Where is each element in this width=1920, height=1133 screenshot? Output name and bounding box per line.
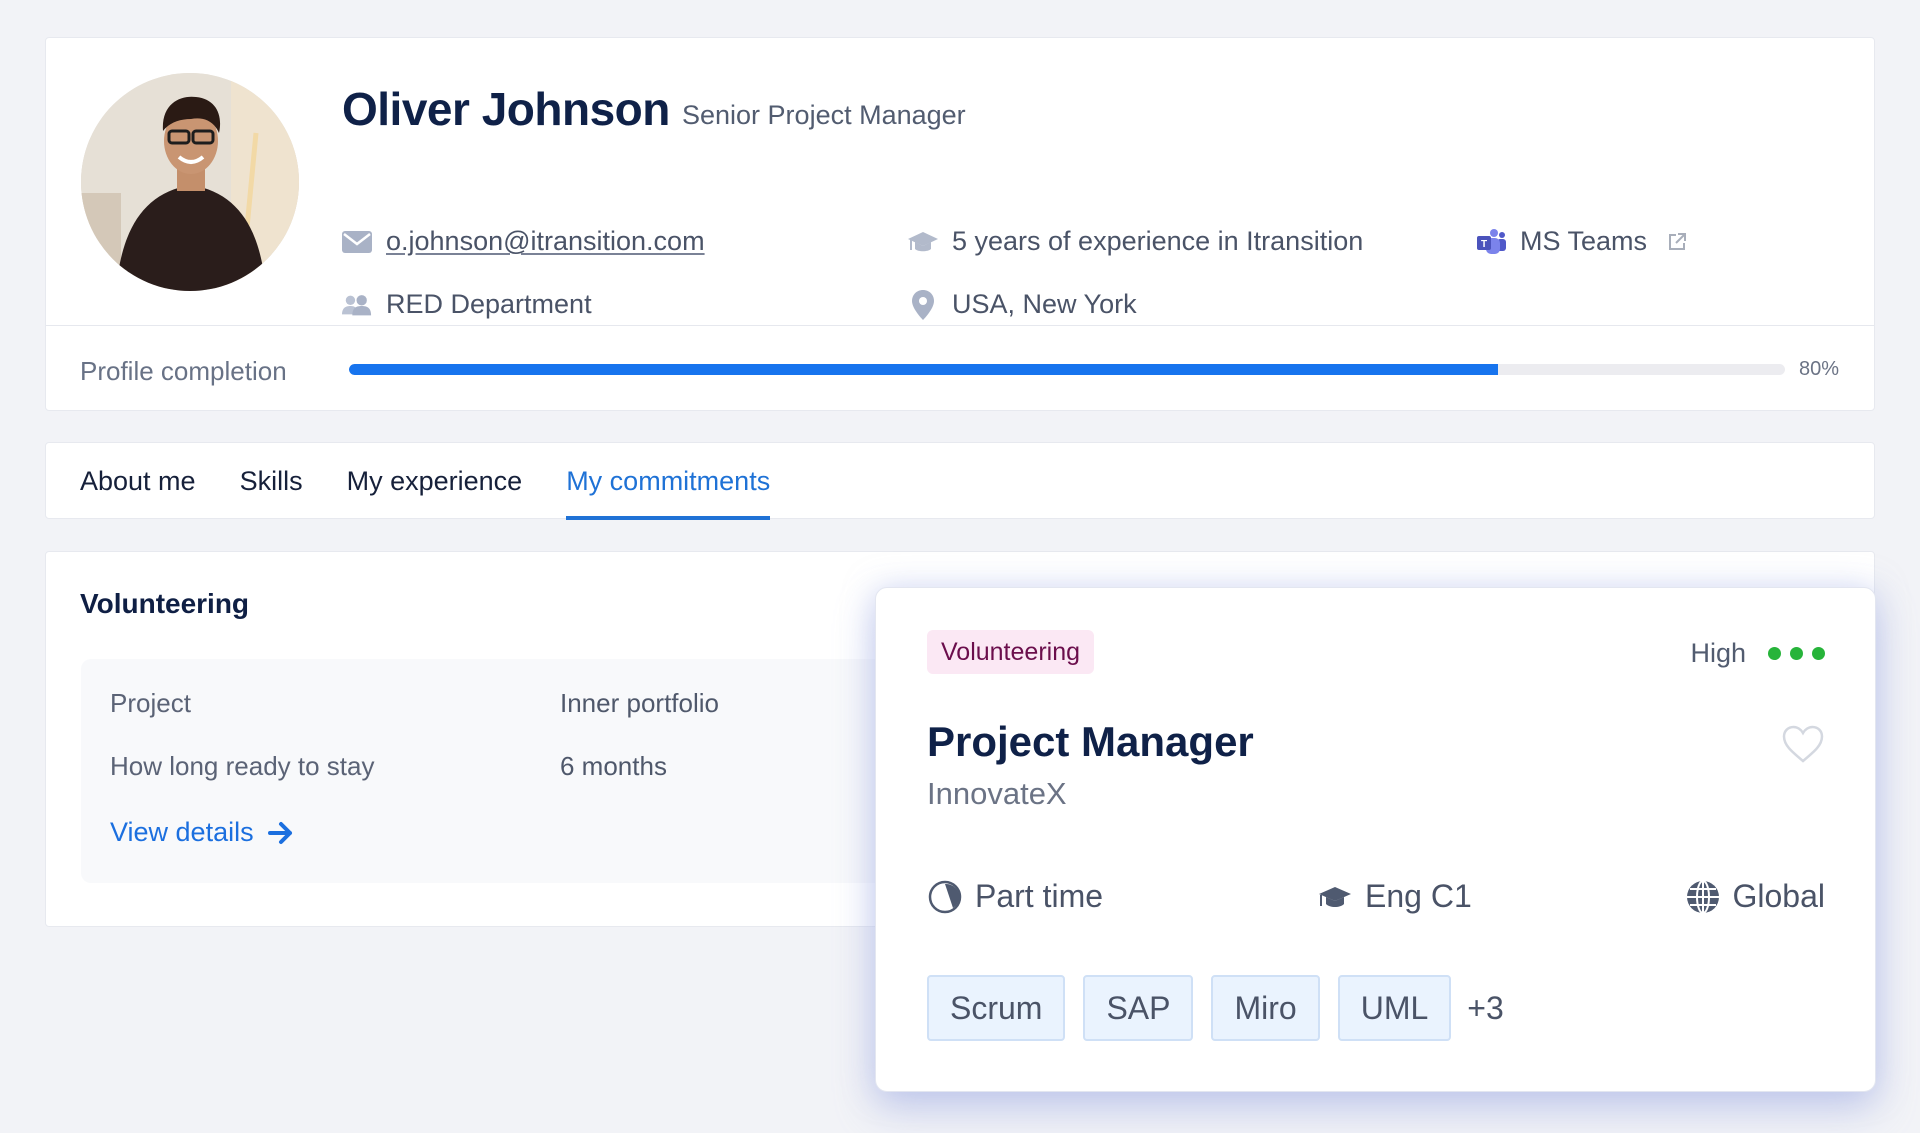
ms-teams-icon: T <box>1476 227 1506 257</box>
location-scope: Global <box>1685 878 1826 915</box>
skill-tags: Scrum SAP Miro UML +3 <box>927 975 1504 1041</box>
priority-dot <box>1790 647 1803 660</box>
priority-dots <box>1768 647 1825 660</box>
profile-card: Oliver Johnson Senior Project Manager o.… <box>45 37 1875 411</box>
tab-skills[interactable]: Skills <box>240 443 303 520</box>
skill-tag[interactable]: Scrum <box>927 975 1066 1041</box>
arrow-right-icon <box>267 821 292 844</box>
heart-icon[interactable] <box>1781 724 1825 764</box>
tab-about-me[interactable]: About me <box>80 443 196 520</box>
users-icon <box>342 290 372 320</box>
view-details-link[interactable]: View details <box>110 817 294 848</box>
email-row: o.johnson@itransition.com <box>342 226 705 257</box>
priority-dot <box>1812 647 1825 660</box>
department-text: RED Department <box>386 289 592 319</box>
globe-icon <box>1686 879 1719 914</box>
ms-teams-text: MS Teams <box>1520 226 1648 256</box>
divider <box>46 325 1874 326</box>
category-badge: Volunteering <box>927 630 1095 674</box>
view-details-label: View details <box>110 817 254 847</box>
clock-pie-icon <box>928 880 962 913</box>
location-text: USA, New York <box>952 289 1137 319</box>
priority-indicator: High <box>1690 638 1825 669</box>
skill-tag[interactable]: Miro <box>1211 975 1320 1041</box>
tab-my-experience[interactable]: My experience <box>347 443 523 520</box>
project-value: Inner portfolio <box>560 688 719 718</box>
profile-completion-percent: 80% <box>1799 358 1840 380</box>
external-link-icon <box>1669 232 1687 250</box>
profile-completion-label: Profile completion <box>80 356 287 386</box>
graduation-cap-icon <box>1319 886 1351 907</box>
tab-my-commitments[interactable]: My commitments <box>566 443 771 520</box>
location-row: USA, New York <box>908 289 1137 320</box>
priority-dot <box>1768 647 1781 660</box>
employment-type: Part time <box>927 878 1103 915</box>
project-label: Project <box>110 688 191 718</box>
english-level: Eng C1 <box>1317 878 1472 915</box>
avatar-photo <box>81 73 299 291</box>
svg-text:T: T <box>1481 239 1487 250</box>
job-card-popup[interactable]: Volunteering High Project Manager Innova… <box>875 587 1876 1092</box>
skill-tag[interactable]: UML <box>1337 975 1452 1041</box>
profile-completion-bar <box>349 364 1785 375</box>
envelope-icon <box>342 227 372 257</box>
profile-name: Oliver Johnson <box>342 83 670 135</box>
company-name: InnovateX <box>927 776 1067 811</box>
more-tags-count[interactable]: +3 <box>1467 990 1503 1027</box>
employment-type-text: Part time <box>975 878 1104 914</box>
profile-role: Senior Project Manager <box>682 100 966 130</box>
experience-text: 5 years of experience in Itransition <box>952 226 1364 256</box>
skill-tag[interactable]: SAP <box>1083 975 1194 1041</box>
english-level-text: Eng C1 <box>1365 878 1472 914</box>
tabs-bar: About me Skills My experience My commitm… <box>45 442 1875 520</box>
map-pin-icon <box>908 289 938 320</box>
stay-duration-value: 6 months <box>560 751 667 781</box>
location-scope-text: Global <box>1732 878 1826 914</box>
profile-completion-fill <box>349 364 1498 375</box>
email-link[interactable]: o.johnson@itransition.com <box>386 226 705 257</box>
avatar <box>81 73 299 291</box>
department-row: RED Department <box>342 289 592 320</box>
job-title: Project Manager <box>927 718 1254 765</box>
stay-duration-label: How long ready to stay <box>110 751 375 781</box>
ms-teams-link[interactable]: T MS Teams <box>1476 226 1687 257</box>
experience-row: 5 years of experience in Itransition <box>908 226 1363 257</box>
priority-label: High <box>1690 638 1746 668</box>
volunteering-title: Volunteering <box>80 588 250 619</box>
graduation-cap-icon <box>908 227 938 257</box>
